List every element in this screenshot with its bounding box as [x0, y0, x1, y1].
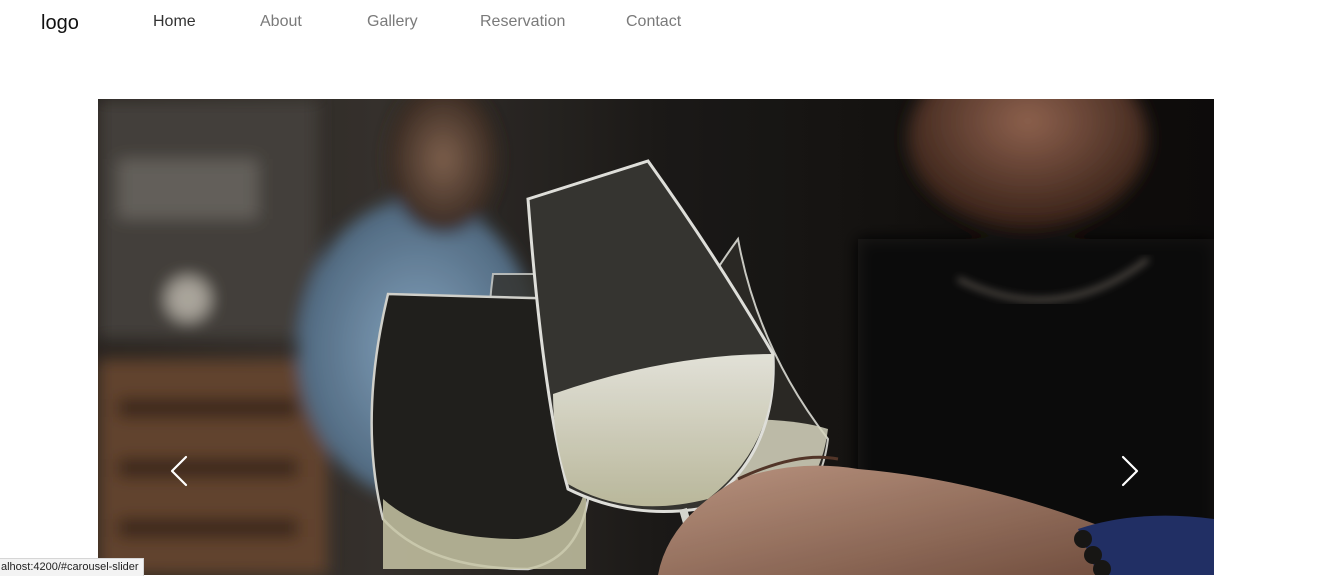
logo[interactable]: logo [41, 12, 79, 35]
nav-item-home[interactable]: Home [153, 13, 196, 31]
carousel-next-button[interactable] [1109, 449, 1149, 493]
navbar: logo Home About Gallery Reservation Cont… [0, 0, 1324, 46]
carousel-slider [98, 99, 1214, 575]
browser-status-bar: alhost:4200/#carousel-slider [0, 558, 144, 576]
carousel-image [98, 99, 1214, 575]
chevron-left-icon [170, 455, 188, 487]
nav-item-gallery[interactable]: Gallery [367, 13, 418, 31]
nav-item-about[interactable]: About [260, 13, 302, 31]
chevron-right-icon [1121, 455, 1139, 487]
nav-item-reservation[interactable]: Reservation [480, 13, 565, 31]
carousel-prev-button[interactable] [160, 449, 200, 493]
nav-item-contact[interactable]: Contact [626, 13, 681, 31]
